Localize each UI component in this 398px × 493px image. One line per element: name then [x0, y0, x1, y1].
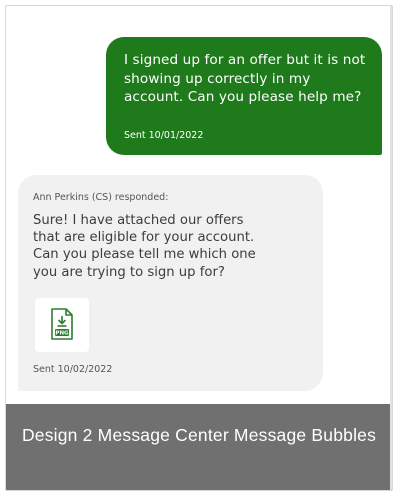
sent-message-bubble: I signed up for an offer but it is not s…: [106, 37, 382, 155]
png-file-label: PNG: [55, 331, 69, 337]
image-caption: Design 2 Message Center Message Bubbles: [6, 404, 392, 490]
png-file-icon: PNG: [51, 308, 73, 340]
sent-message-text: I signed up for an offer but it is not s…: [124, 52, 366, 105]
received-message-text: Sure! I have attached our offers that ar…: [33, 213, 256, 280]
received-message-timestamp: Sent 10/02/2022: [33, 364, 113, 375]
message-center-panel: I signed up for an offer but it is not s…: [5, 5, 393, 491]
received-message-bubble: Ann Perkins (CS) responded: Sure! I have…: [18, 175, 323, 391]
sent-message-timestamp: Sent 10/01/2022: [124, 130, 204, 141]
png-attachment[interactable]: PNG: [35, 298, 89, 352]
responder-label: Ann Perkins (CS) responded:: [33, 192, 169, 203]
